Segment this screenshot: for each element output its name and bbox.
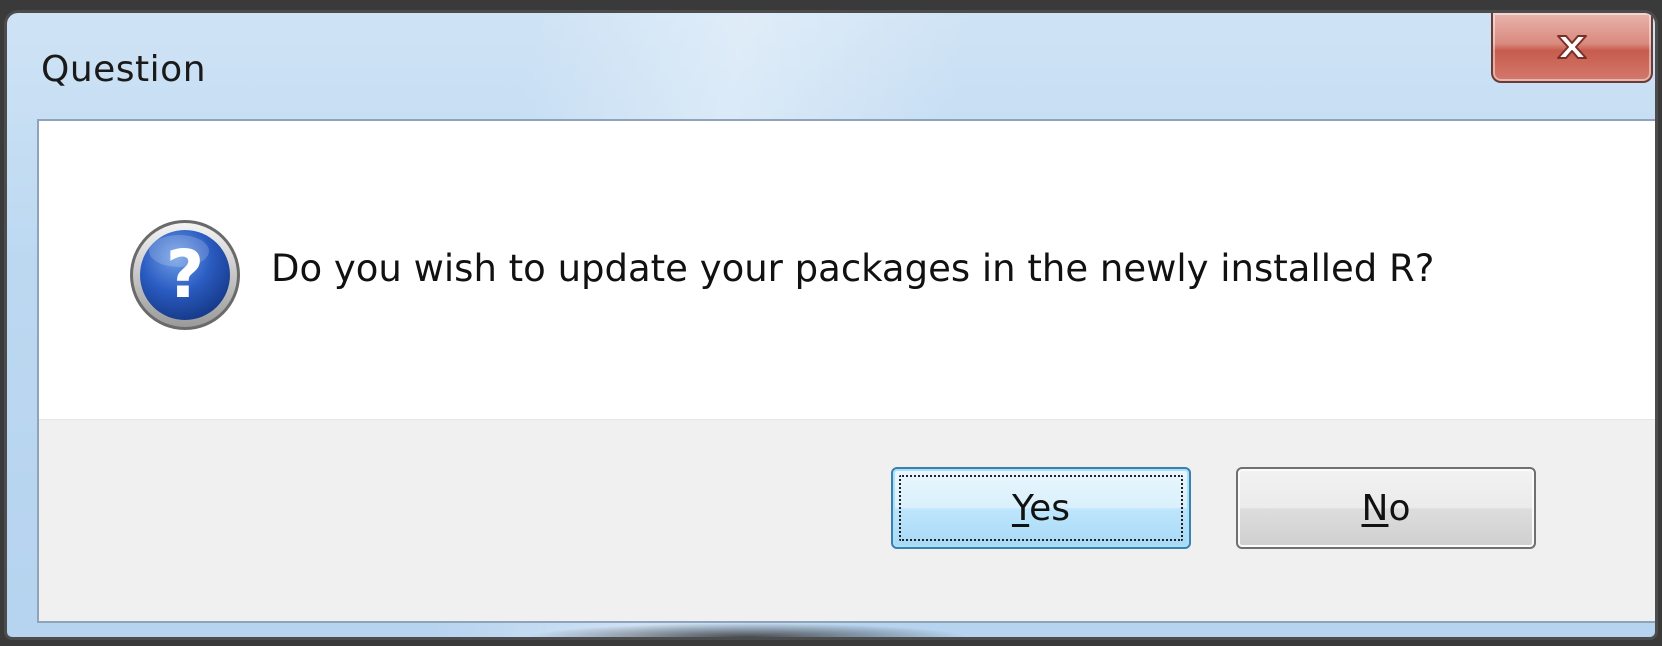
close-icon [1557,35,1587,59]
no-button[interactable]: No [1236,467,1536,549]
yes-mnemonic: Y [1011,487,1030,529]
question-icon: ? [130,220,240,330]
window-title: Question [41,49,207,90]
yes-button-label: Yes [1012,488,1070,529]
question-dialog-window: Question ? Do you wish to update your pa… [4,10,1658,640]
yes-label-rest: es [1029,487,1071,529]
svg-text:?: ? [166,236,204,313]
close-button[interactable] [1491,13,1653,83]
button-bar: Yes No [39,419,1655,621]
dialog-client-area: ? Do you wish to update your packages in… [37,119,1655,623]
no-mnemonic: N [1361,487,1389,529]
yes-button[interactable]: Yes [891,467,1191,549]
dialog-message: Do you wish to update your packages in t… [271,247,1435,290]
message-area: ? Do you wish to update your packages in… [39,121,1655,419]
title-bar[interactable]: Question [7,13,1655,119]
window-bottom-shadow [527,623,967,637]
no-button-label: No [1362,488,1411,529]
no-label-rest: o [1388,487,1411,529]
